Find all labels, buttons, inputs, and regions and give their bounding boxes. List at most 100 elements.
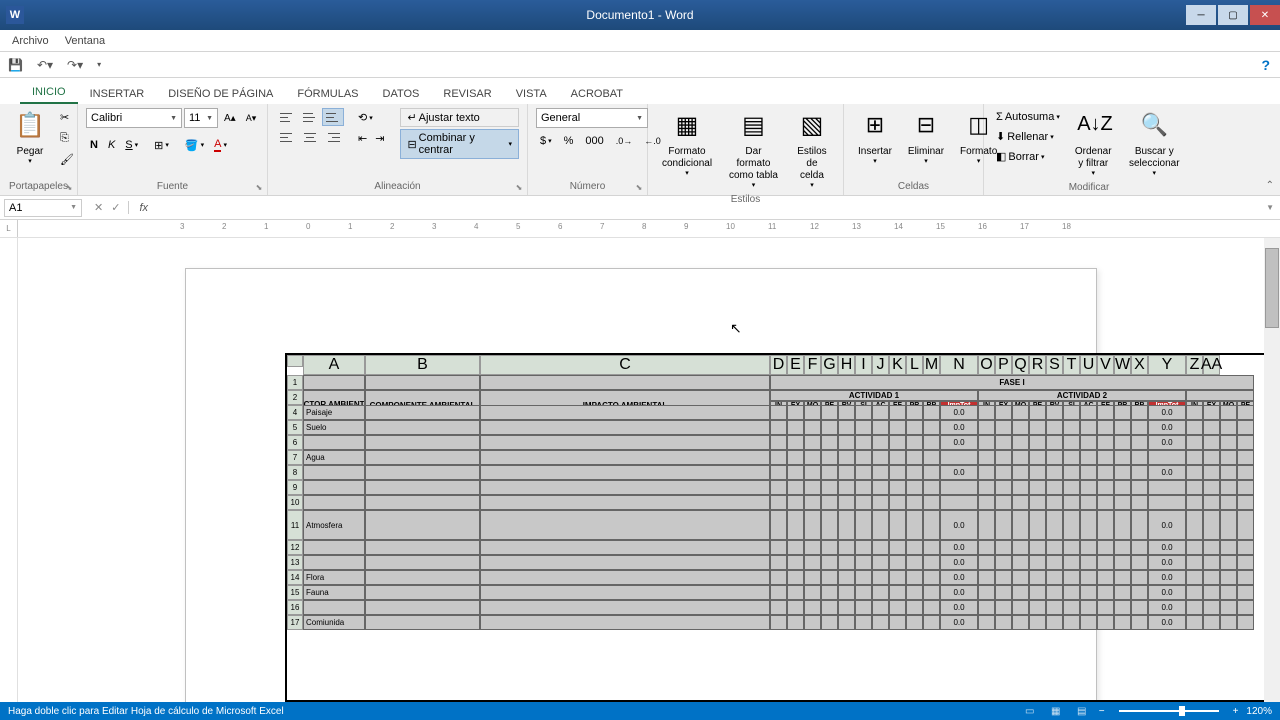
cell-B14[interactable] — [365, 570, 480, 585]
cell-fase[interactable]: FASE I — [770, 375, 1254, 390]
cell-narrow[interactable] — [1012, 540, 1029, 555]
cell-narrow[interactable] — [1097, 540, 1114, 555]
cell-narrow[interactable] — [872, 405, 889, 420]
cell-narrow[interactable] — [1012, 405, 1029, 420]
cell-B10[interactable] — [365, 495, 480, 510]
cell-narrow[interactable] — [1012, 570, 1029, 585]
merge-center-button[interactable]: ⊟ Combinar y centrar ▾ — [400, 129, 519, 159]
cell-A6[interactable] — [303, 435, 365, 450]
cell-imptot-val[interactable]: 0.0 — [1148, 420, 1186, 435]
tab-diseno[interactable]: DISEÑO DE PÁGINA — [156, 84, 285, 104]
cell-imptot-val[interactable]: 0.0 — [1148, 540, 1186, 555]
col-header-T[interactable]: T — [1063, 355, 1080, 375]
cell-narrow[interactable] — [770, 450, 787, 465]
cell-narrow[interactable] — [855, 450, 872, 465]
cell-narrow[interactable] — [1131, 585, 1148, 600]
cell-narrow[interactable] — [770, 555, 787, 570]
col-header-P[interactable]: P — [995, 355, 1012, 375]
col-header-V[interactable]: V — [1097, 355, 1114, 375]
cell-narrow[interactable] — [1097, 510, 1114, 540]
cell-A13[interactable] — [303, 555, 365, 570]
cell-narrow[interactable] — [906, 435, 923, 450]
cell-narrow[interactable] — [1063, 585, 1080, 600]
cell-actividad2[interactable]: ACTIVIDAD 2 — [978, 390, 1186, 401]
col-header-J[interactable]: J — [872, 355, 889, 375]
cell-narrow[interactable] — [872, 540, 889, 555]
tab-formulas[interactable]: FÓRMULAS — [285, 84, 370, 104]
cell-narrow[interactable] — [978, 585, 995, 600]
cell-narrow[interactable] — [1063, 420, 1080, 435]
cell-narrow[interactable] — [838, 450, 855, 465]
cell-narrow[interactable] — [770, 405, 787, 420]
cell-narrow[interactable] — [906, 450, 923, 465]
row-header-9[interactable]: 9 — [287, 480, 303, 495]
cell-narrow[interactable] — [821, 435, 838, 450]
cell-narrow[interactable] — [1012, 600, 1029, 615]
cell-narrow[interactable] — [923, 615, 940, 630]
decrease-indent-button[interactable]: ⇤ — [354, 129, 371, 148]
cell-narrow[interactable] — [872, 495, 889, 510]
col-header-H[interactable]: H — [838, 355, 855, 375]
cell-B13[interactable] — [365, 555, 480, 570]
cell-B11[interactable] — [365, 510, 480, 540]
cell-narrow[interactable] — [1097, 585, 1114, 600]
cell-narrow[interactable] — [787, 450, 804, 465]
cell-imptot-val[interactable] — [1148, 480, 1186, 495]
cell-narrow[interactable] — [1046, 435, 1063, 450]
paste-button[interactable]: 📋 Pegar ▾ — [8, 108, 52, 170]
cell-narrow[interactable] — [1029, 435, 1046, 450]
cut-button[interactable]: ✂ — [56, 108, 78, 127]
cell-C9[interactable] — [480, 480, 770, 495]
view-print-button[interactable]: ▦ — [1047, 704, 1065, 718]
cell-narrow[interactable] — [978, 405, 995, 420]
col-header-X[interactable]: X — [1131, 355, 1148, 375]
tab-vista[interactable]: VISTA — [504, 84, 559, 104]
cell-A12[interactable] — [303, 540, 365, 555]
row-header-15[interactable]: 15 — [287, 585, 303, 600]
cell-narrow[interactable] — [821, 465, 838, 480]
menu-archivo[interactable]: Archivo — [4, 33, 57, 49]
cell-imptot-val[interactable]: 0.0 — [940, 405, 978, 420]
cell-narrow[interactable] — [804, 450, 821, 465]
fill-button[interactable]: ⬇ Rellenar▾ — [992, 127, 1064, 146]
cell-narrow[interactable] — [872, 555, 889, 570]
cell-narrow[interactable] — [1131, 465, 1148, 480]
help-button[interactable]: ? — [1261, 57, 1270, 73]
col-header-C[interactable]: C — [480, 355, 770, 375]
cell-narrow[interactable] — [978, 540, 995, 555]
cell-narrow[interactable] — [978, 615, 995, 630]
cell-narrow[interactable] — [995, 435, 1012, 450]
cell-narrow[interactable] — [906, 555, 923, 570]
cell-narrow[interactable] — [889, 615, 906, 630]
formula-expand-button[interactable]: ▼ — [1260, 203, 1280, 212]
cell-narrow[interactable] — [770, 420, 787, 435]
row-header-12[interactable]: 12 — [287, 540, 303, 555]
cell-A11[interactable]: Atmosfera — [303, 510, 365, 540]
cell-narrow[interactable] — [1114, 585, 1131, 600]
cell-narrow[interactable] — [906, 420, 923, 435]
cell-narrow[interactable] — [889, 495, 906, 510]
cell-B16[interactable] — [365, 600, 480, 615]
sort-filter-button[interactable]: A↓ZOrdenar y filtrar▾ — [1068, 108, 1119, 182]
col-header-Y[interactable]: Y — [1148, 355, 1186, 375]
cell-C7[interactable] — [480, 450, 770, 465]
cell-narrow[interactable] — [906, 600, 923, 615]
cell-narrow[interactable] — [804, 420, 821, 435]
col-header-B[interactable]: B — [365, 355, 480, 375]
cell-narrow[interactable] — [923, 600, 940, 615]
cell-narrow[interactable] — [906, 495, 923, 510]
cell-narrow[interactable] — [787, 495, 804, 510]
cell-imptot-val[interactable]: 0.0 — [940, 510, 978, 540]
cell-narrow[interactable] — [1097, 480, 1114, 495]
increase-indent-button[interactable]: ⇥ — [371, 129, 388, 148]
cell-imptot-val[interactable]: 0.0 — [940, 570, 978, 585]
cell-narrow[interactable] — [923, 555, 940, 570]
vertical-scrollbar[interactable] — [1264, 238, 1280, 702]
cell-narrow[interactable] — [872, 420, 889, 435]
increase-font-button[interactable]: A▴ — [220, 108, 240, 128]
cell-narrow[interactable] — [804, 435, 821, 450]
col-header-AA[interactable]: AA — [1203, 355, 1220, 375]
clear-button[interactable]: ◧ Borrar▾ — [992, 147, 1064, 166]
cell-narrow[interactable] — [1063, 480, 1080, 495]
cell-narrow[interactable] — [821, 570, 838, 585]
